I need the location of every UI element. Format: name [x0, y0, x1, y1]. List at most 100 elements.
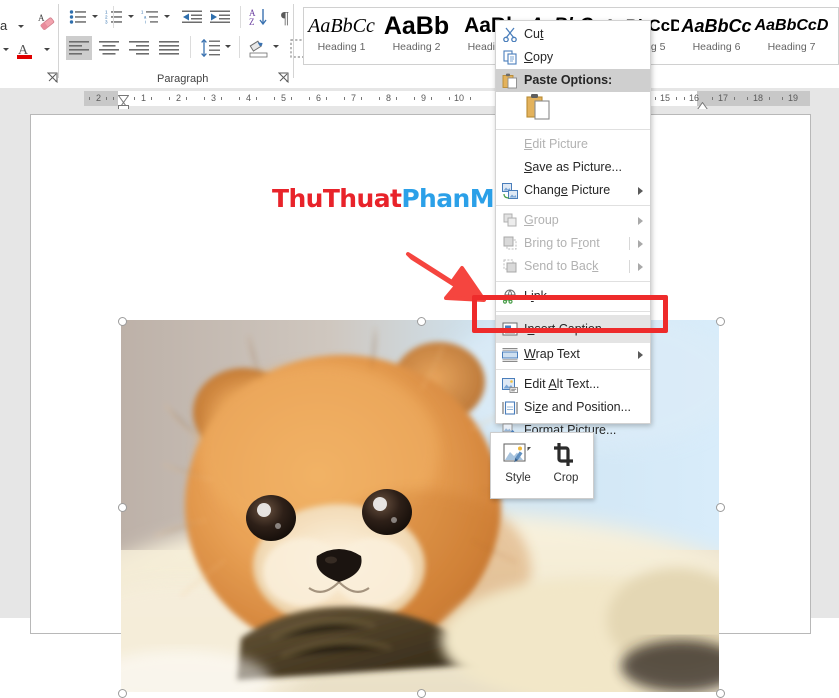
- chevron-down-icon[interactable]: [18, 25, 24, 28]
- menu-item-group[interactable]: Group: [496, 209, 650, 232]
- alt-text-icon: [496, 373, 524, 396]
- font-dialog-launcher[interactable]: [47, 72, 58, 83]
- decrease-indent-button[interactable]: [180, 7, 204, 27]
- style-item-heading-8[interactable]: AaBb Heading 8: [829, 8, 839, 64]
- menu-separator-3: [496, 281, 650, 282]
- mini-toolbar-crop-button[interactable]: Crop: [542, 438, 590, 493]
- resize-handle-n[interactable]: [417, 317, 426, 326]
- align-center-button[interactable]: [96, 36, 122, 60]
- right-indent-marker[interactable]: [697, 97, 708, 105]
- menu-item-copy[interactable]: Copy: [496, 46, 650, 69]
- resize-handle-ne[interactable]: [716, 317, 725, 326]
- resize-handle-sw[interactable]: [118, 689, 127, 698]
- horizontal-ruler[interactable]: 2 1 2 3 4 5 6 7 8 9 10 15 16 17 18 19: [0, 88, 839, 109]
- align-left-icon: [69, 40, 89, 56]
- picture-context-menu[interactable]: Cut Copy Paste Options:: [495, 20, 651, 424]
- font-size-box-partial[interactable]: a: [0, 18, 7, 33]
- sort-button[interactable]: A Z: [247, 6, 269, 28]
- menu-item-save-as-picture[interactable]: Save as Picture...: [496, 156, 650, 179]
- resize-handle-w[interactable]: [118, 503, 127, 512]
- align-center-icon: [99, 40, 119, 56]
- multilevel-chevron-down-icon[interactable]: [164, 15, 170, 18]
- paste-options-row[interactable]: [496, 92, 650, 126]
- menu-separator-5: [496, 369, 650, 370]
- mini-toolbar-style-button[interactable]: Style: [494, 438, 542, 493]
- style-item-heading-6[interactable]: AaBbCc Heading 6: [679, 8, 754, 64]
- svg-text:A: A: [38, 13, 45, 23]
- dialog-launcher-icon-2: [278, 72, 289, 83]
- menu-item-change-picture[interactable]: Change Picture: [496, 179, 650, 202]
- clear-formatting-button[interactable]: A: [32, 10, 58, 34]
- ruler-tick: [274, 97, 275, 100]
- menu-item-edit-alt-text[interactable]: Edit Alt Text...: [496, 373, 650, 396]
- ribbon: a A A: [0, 0, 839, 88]
- menu-item-bring-to-front[interactable]: Bring to Front: [496, 232, 650, 255]
- resize-handle-s[interactable]: [417, 689, 426, 698]
- numbering-chevron-down-icon[interactable]: [128, 15, 134, 18]
- ruler-tick: [782, 97, 783, 100]
- align-right-button[interactable]: [126, 36, 152, 60]
- menu-item-wrap-text[interactable]: Wrap Text: [496, 343, 650, 366]
- paste-keep-source-icon[interactable]: [526, 93, 552, 126]
- style-name-8: Heading 8: [829, 41, 839, 53]
- ruler-tick: [221, 97, 222, 100]
- shading-button[interactable]: [246, 36, 270, 60]
- edit-picture-icon: [496, 133, 524, 156]
- justify-button[interactable]: [156, 36, 182, 60]
- style-preview-2: AaBb: [379, 8, 454, 41]
- bullets-button[interactable]: [67, 7, 89, 27]
- save-picture-icon: [496, 156, 524, 179]
- increase-indent-button[interactable]: [208, 7, 232, 27]
- menu-item-size-and-position[interactable]: Size and Position...: [496, 396, 650, 419]
- resize-handle-e[interactable]: [716, 503, 725, 512]
- menu-label-send-to-back: Send to Back: [524, 255, 598, 278]
- hanging-indent-marker[interactable]: [118, 97, 129, 105]
- multilevel-list-button[interactable]: 1 a i: [139, 7, 161, 27]
- menu-inline-divider-1: [629, 237, 630, 250]
- ruler-label-l2: 2: [96, 92, 101, 105]
- style-item-heading-7[interactable]: AaBbCcD Heading 7: [754, 8, 829, 64]
- menu-label-save-as-picture: Save as Picture...: [524, 156, 622, 179]
- clear-formatting-icon: A: [34, 11, 56, 33]
- style-item-heading-1[interactable]: AaBbCc Heading 1: [304, 8, 379, 64]
- align-left-button[interactable]: [66, 36, 92, 60]
- font-color-icon: A: [13, 39, 37, 63]
- menu-item-paste-options[interactable]: Paste Options:: [496, 69, 650, 92]
- svg-text:i: i: [145, 20, 146, 25]
- bullets-chevron-down-icon[interactable]: [92, 15, 98, 18]
- ruler-tick: [396, 97, 397, 100]
- line-spacing-button[interactable]: [198, 36, 222, 60]
- menu-item-send-to-back[interactable]: Send to Back: [496, 255, 650, 278]
- menu-item-edit-picture[interactable]: Edit Picture: [496, 133, 650, 156]
- mini-divider-3: [190, 36, 191, 58]
- font-color-button[interactable]: A: [12, 38, 38, 64]
- copy-icon: [496, 46, 524, 69]
- line-spacing-chevron-down-icon[interactable]: [225, 45, 231, 48]
- ruler-label-5: 5: [281, 92, 286, 105]
- ruler-tick: [113, 97, 114, 100]
- paragraph-dialog-launcher[interactable]: [278, 72, 289, 83]
- submenu-arrow-icon-wrap: [638, 351, 643, 359]
- ruler-tick: [470, 97, 471, 100]
- submenu-arrow-icon-group: [638, 217, 643, 225]
- numbering-button[interactable]: 1 2 3: [103, 7, 125, 27]
- svg-text:Z: Z: [249, 17, 255, 27]
- chevron-down-icon-3[interactable]: [44, 48, 50, 51]
- style-item-heading-2[interactable]: AaBb Heading 2: [379, 8, 454, 64]
- menu-label-edit-picture: Edit Picture: [524, 133, 588, 156]
- picture-mini-toolbar[interactable]: Style Crop: [490, 432, 594, 499]
- show-formatting-marks-button[interactable]: ¶: [277, 6, 297, 28]
- menu-item-cut[interactable]: Cut: [496, 23, 650, 46]
- resize-handle-se[interactable]: [716, 689, 725, 698]
- mini-toolbar-style-label: Style: [494, 472, 542, 484]
- mini-divider-4: [239, 36, 240, 58]
- ruler-label-17: 17: [718, 92, 728, 105]
- watermark-part-1: ThuThuat: [272, 184, 401, 213]
- shading-chevron-down-icon[interactable]: [273, 45, 279, 48]
- style-preview-1: AaBbCc: [304, 8, 379, 41]
- ruler-tick: [239, 97, 240, 100]
- menu-label-size-and-position: Size and Position...: [524, 396, 631, 419]
- resize-handle-nw[interactable]: [118, 317, 127, 326]
- ruler-tick: [186, 97, 187, 100]
- chevron-down-icon-2[interactable]: [3, 48, 9, 51]
